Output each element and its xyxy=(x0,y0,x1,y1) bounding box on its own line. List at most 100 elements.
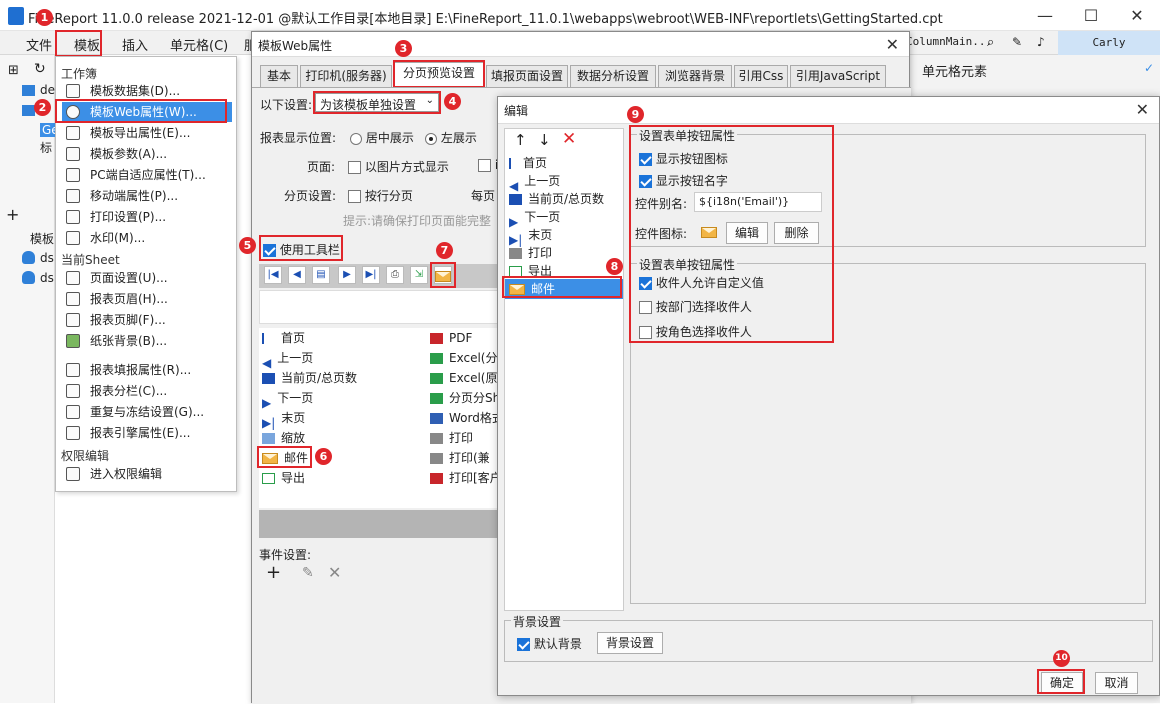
refresh-icon[interactable]: ↻ xyxy=(34,61,46,77)
page-icon xyxy=(66,271,80,285)
menu-cell[interactable]: 单元格(C) xyxy=(170,35,228,54)
bell-icon[interactable]: ♪ xyxy=(1037,35,1045,49)
list-item-label: 打印(兼 xyxy=(449,451,490,465)
close-window-button[interactable]: ✕ xyxy=(1114,0,1160,31)
menu-item-permission[interactable]: 进入权限编辑 xyxy=(62,464,232,484)
tab-css[interactable]: 引用Css xyxy=(734,65,788,87)
edit-icon[interactable]: ✎ xyxy=(1012,35,1022,49)
delete-icon[interactable]: ✕ xyxy=(328,563,341,582)
menu-file[interactable]: 文件 xyxy=(26,35,52,54)
tab-printer[interactable]: 打印机(服务器) xyxy=(300,65,392,87)
list-item-label: 当前页/总页数 xyxy=(528,192,605,206)
list-item[interactable]: 导出 xyxy=(262,468,305,488)
checkbox[interactable] xyxy=(517,638,530,651)
tab-browser-bg[interactable]: 浏览器背景 xyxy=(658,65,732,87)
menu-item-freeze[interactable]: 重复与冻结设置(G)... xyxy=(62,402,232,422)
menu-item-paper-bg[interactable]: 纸张背景(B)... xyxy=(62,331,232,351)
add-icon[interactable]: + xyxy=(266,562,281,583)
menu-item-pc-adaptive[interactable]: PC端自适应属性(T)... xyxy=(62,165,232,185)
menu-item-footer[interactable]: 报表页脚(F)... xyxy=(62,310,232,330)
checkbox[interactable] xyxy=(348,190,361,203)
tree-item[interactable]: 标 xyxy=(40,139,52,156)
list-item[interactable]: 缩放 xyxy=(262,428,305,448)
move-down-icon[interactable]: ↓ xyxy=(538,131,551,149)
image-show-option[interactable]: 以图片方式显示 xyxy=(348,158,449,175)
list-item[interactable]: 当前页/总页数 xyxy=(262,368,357,388)
prev-page-icon[interactable]: ◀ xyxy=(288,266,306,284)
menu-item-engine[interactable]: 报表引擎属性(E)... xyxy=(62,423,232,443)
list-item[interactable]: 打印 xyxy=(430,428,473,448)
list-item[interactable]: ▶ 下一页 xyxy=(509,207,560,229)
list-item[interactable]: 分页分Sh xyxy=(430,388,500,408)
page-count-icon[interactable]: ▤ xyxy=(312,266,330,284)
checkbox[interactable] xyxy=(348,161,361,174)
list-item[interactable]: ▶| 末页 xyxy=(262,408,305,430)
highlight-mail-item xyxy=(257,446,312,468)
default-bg-option[interactable]: 默认背景 xyxy=(517,635,582,652)
list-item[interactable]: PDF xyxy=(430,328,472,348)
menu-item-mobile[interactable]: 移动端属性(P)... xyxy=(62,186,232,206)
dataset-item[interactable]: ds xyxy=(40,251,54,265)
list-item[interactable]: Word格式 xyxy=(430,408,504,428)
printer-icon[interactable]: ⎙ xyxy=(386,266,404,284)
list-item[interactable]: ◀ 上一页 xyxy=(509,171,560,193)
new-icon[interactable]: ⊞ xyxy=(8,63,19,78)
list-item[interactable]: 当前页/总页数 xyxy=(509,189,604,209)
cancel-button[interactable]: 取消 xyxy=(1095,672,1138,694)
last-page-icon[interactable]: ▶| xyxy=(362,266,380,284)
tab-data-analysis[interactable]: 数据分析设置 xyxy=(570,65,656,87)
row-paging-option[interactable]: 按行分页 xyxy=(348,187,413,204)
list-item[interactable]: 首页 xyxy=(262,328,305,348)
list-item[interactable]: 打印[客户 xyxy=(430,468,502,488)
menu-item-params[interactable]: 模板参数(A)... xyxy=(62,144,232,164)
center-show-option[interactable]: 居中展示 xyxy=(350,129,414,146)
edit-icon[interactable]: ✎ xyxy=(302,565,314,581)
dataset-item[interactable]: ds xyxy=(40,271,54,285)
menu-item-page-setup[interactable]: 页面设置(U)... xyxy=(62,268,232,288)
close-icon[interactable]: ✕ xyxy=(1136,100,1149,119)
list-item[interactable]: ▶ 下一页 xyxy=(262,388,313,410)
menu-item-fill-attr[interactable]: 报表填报属性(R)... xyxy=(62,360,232,380)
delete-icon[interactable]: ✕ xyxy=(562,129,576,149)
menu-item-watermark[interactable]: 水印(M)... xyxy=(62,228,232,248)
close-icon[interactable]: ✕ xyxy=(886,35,899,54)
menu-item-dataset[interactable]: 模板数据集(D)... xyxy=(62,81,232,101)
check-icon[interactable]: ✓ xyxy=(1144,61,1154,75)
tree-item[interactable]: de xyxy=(40,83,55,97)
menu-item-print[interactable]: 打印设置(P)... xyxy=(62,207,232,227)
section-sheet: 当前Sheet xyxy=(61,253,120,267)
bg-setting-button[interactable]: 背景设置 xyxy=(597,632,663,654)
user-name[interactable]: Carly xyxy=(1058,31,1160,55)
export-icon[interactable]: ⇲ xyxy=(410,266,428,284)
list-item[interactable]: Excel(原 xyxy=(430,368,497,388)
menu-item-export-attr[interactable]: 模板导出属性(E)... xyxy=(62,123,232,143)
radio-button[interactable] xyxy=(350,132,362,145)
list-item[interactable]: 打印(兼 xyxy=(430,448,490,468)
minimize-button[interactable]: — xyxy=(1022,0,1068,31)
parameter-icon xyxy=(66,147,80,161)
tab-javascript[interactable]: 引用JavaScript xyxy=(790,65,886,87)
next-page-icon[interactable]: ▶ xyxy=(338,266,356,284)
hint-text: 提示:请确保打印页面能完整 xyxy=(343,214,492,228)
add-icon[interactable]: + xyxy=(6,205,19,224)
maximize-button[interactable]: ☐ xyxy=(1068,0,1114,31)
menu-item-columns[interactable]: 报表分栏(C)... xyxy=(62,381,232,401)
list-item[interactable]: Excel(分 xyxy=(430,348,497,368)
search-icon[interactable]: ⌕ xyxy=(987,35,994,50)
radio-button[interactable] xyxy=(425,132,437,145)
list-item[interactable]: 打印 xyxy=(509,243,552,263)
checkbox[interactable] xyxy=(478,159,491,172)
move-up-icon[interactable]: ↑ xyxy=(514,131,527,149)
tab-fill-page[interactable]: 填报页面设置 xyxy=(486,65,568,87)
list-item[interactable]: 首页 xyxy=(509,153,547,173)
list-item[interactable]: ◀ 上一页 xyxy=(262,348,313,370)
list-item-label: 分页分Sh xyxy=(449,391,501,405)
first-page-icon[interactable]: |◀ xyxy=(264,266,282,284)
extra-checkbox[interactable]: i xyxy=(478,158,498,172)
list-item[interactable]: ▶| 末页 xyxy=(509,225,552,247)
menu-insert[interactable]: 插入 xyxy=(122,35,148,54)
tab-basic[interactable]: 基本 xyxy=(260,65,298,87)
template-label: 模板 xyxy=(30,232,55,246)
menu-item-header[interactable]: 报表页眉(H)... xyxy=(62,289,232,309)
left-show-option[interactable]: 左展示 xyxy=(425,129,477,146)
